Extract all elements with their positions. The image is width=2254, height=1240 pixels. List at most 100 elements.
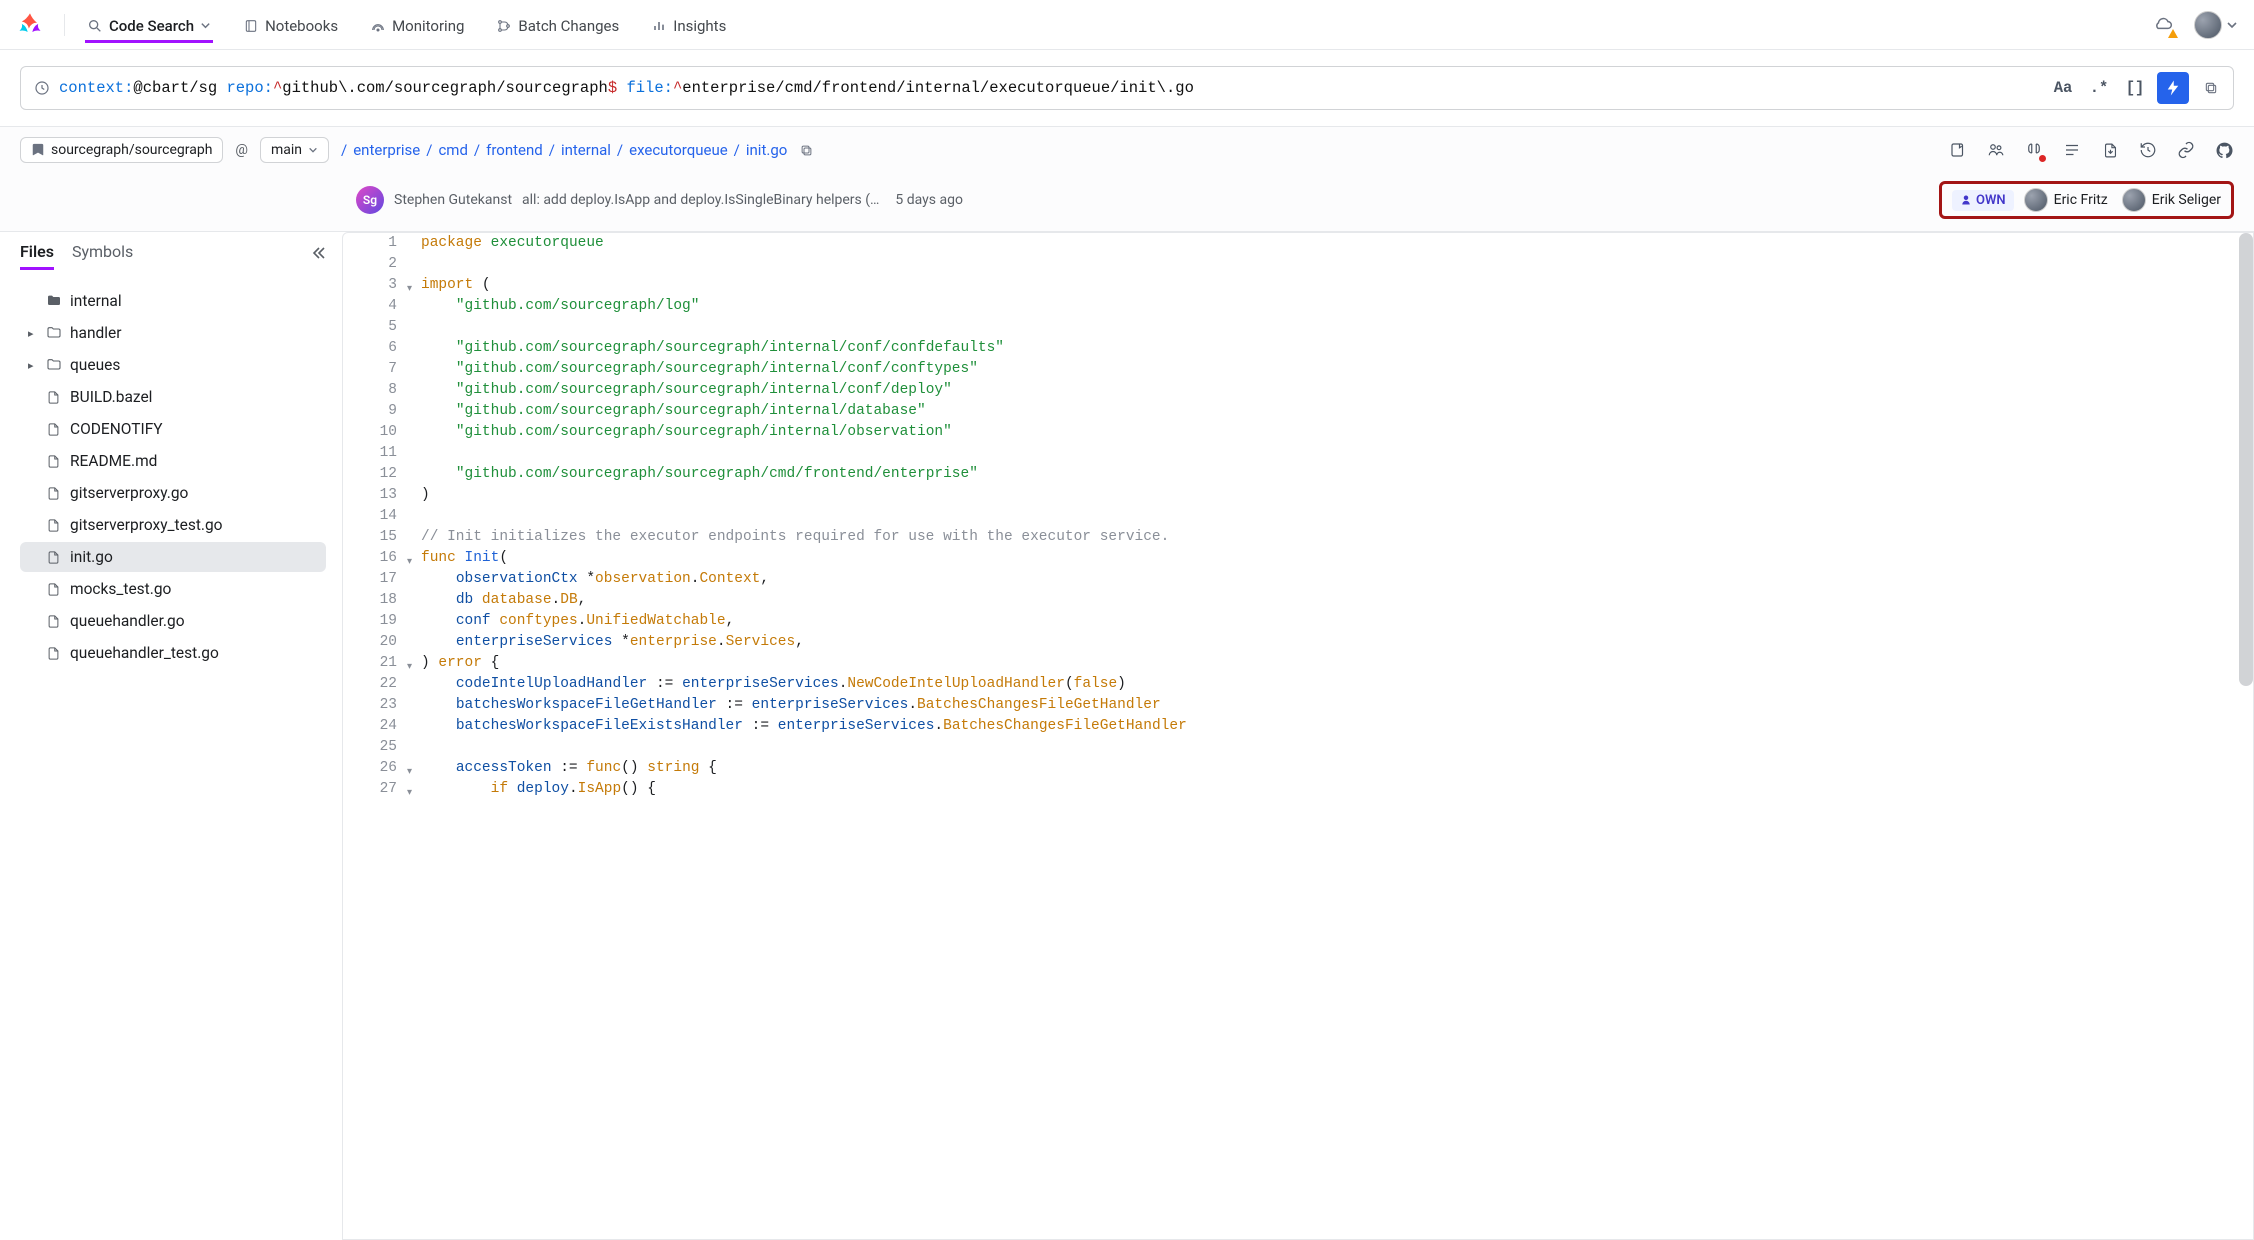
breadcrumb-segment[interactable]: internal xyxy=(561,141,611,159)
logo[interactable] xyxy=(16,11,44,39)
view-on-codehost-icon[interactable] xyxy=(2214,140,2234,160)
owner[interactable]: Eric Fritz xyxy=(2024,188,2108,212)
breadcrumb-segment[interactable]: frontend xyxy=(486,141,543,159)
line-number[interactable]: 10 xyxy=(343,422,413,443)
line-number[interactable]: 24 xyxy=(343,716,413,737)
code-line[interactable]: func Init( xyxy=(413,548,2253,569)
code-line[interactable]: // Init initializes the executor endpoin… xyxy=(413,527,2253,548)
case-sensitive-toggle[interactable]: Aa xyxy=(2049,74,2077,102)
code-line[interactable] xyxy=(413,254,2253,275)
line-number[interactable]: 22 xyxy=(343,674,413,695)
nav-monitoring[interactable]: Monitoring xyxy=(368,7,466,43)
line-number[interactable]: 3▾ xyxy=(343,275,413,296)
collapse-sidebar-button[interactable] xyxy=(310,245,326,261)
line-number[interactable]: 27▾ xyxy=(343,779,413,800)
tree-file[interactable]: queuehandler_test.go xyxy=(20,638,326,668)
code-panel[interactable]: 1package executorqueue23▾import (4 "gith… xyxy=(342,232,2254,1240)
tree-file[interactable]: BUILD.bazel xyxy=(20,382,326,412)
code-line[interactable]: ) error { xyxy=(413,653,2253,674)
code-line[interactable]: batchesWorkspaceFileExistsHandler := ent… xyxy=(413,716,2253,737)
code-line[interactable]: ) xyxy=(413,485,2253,506)
code-line[interactable]: "github.com/sourcegraph/sourcegraph/inte… xyxy=(413,359,2253,380)
nav-code-search[interactable]: Code Search xyxy=(85,7,213,43)
code-line[interactable]: if deploy.IsApp() { xyxy=(413,779,2253,800)
commit-message[interactable]: all: add deploy.IsApp and deploy.IsSingl… xyxy=(522,192,879,208)
raw-download-icon[interactable] xyxy=(2100,140,2120,160)
code-line[interactable] xyxy=(413,317,2253,338)
commit-author[interactable]: Stephen Gutekanst xyxy=(394,192,512,208)
sidebar-tab-symbols[interactable]: Symbols xyxy=(72,236,133,270)
run-search-button[interactable] xyxy=(2157,72,2189,104)
breadcrumb-segment[interactable]: executorqueue xyxy=(629,141,728,159)
code-line[interactable]: "github.com/sourcegraph/sourcegraph/cmd/… xyxy=(413,464,2253,485)
line-number[interactable]: 11 xyxy=(343,443,413,464)
code-line[interactable]: package executorqueue xyxy=(413,233,2253,254)
tree-file[interactable]: CODENOTIFY xyxy=(20,414,326,444)
line-number[interactable]: 20 xyxy=(343,632,413,653)
line-number[interactable]: 6 xyxy=(343,338,413,359)
permalink-icon[interactable] xyxy=(2176,140,2196,160)
breadcrumb-segment[interactable]: enterprise xyxy=(353,141,420,159)
line-number[interactable]: 25 xyxy=(343,737,413,758)
nav-notebooks[interactable]: Notebooks xyxy=(241,7,340,43)
code-line[interactable]: accessToken := func() string { xyxy=(413,758,2253,779)
code-line[interactable] xyxy=(413,443,2253,464)
regex-toggle[interactable]: .* xyxy=(2085,74,2113,102)
commit-author-avatar[interactable]: Sg xyxy=(356,186,384,214)
code-line[interactable]: "github.com/sourcegraph/sourcegraph/inte… xyxy=(413,401,2253,422)
line-number[interactable]: 13 xyxy=(343,485,413,506)
user-menu[interactable] xyxy=(2194,11,2238,39)
breadcrumb-segment[interactable]: init.go xyxy=(746,141,787,159)
history-icon[interactable] xyxy=(33,79,51,97)
line-number[interactable]: 23 xyxy=(343,695,413,716)
copy-query-button[interactable] xyxy=(2197,74,2225,102)
owner[interactable]: Erik Seliger xyxy=(2122,188,2221,212)
line-number[interactable]: 9 xyxy=(343,401,413,422)
line-number[interactable]: 16▾ xyxy=(343,548,413,569)
search-query[interactable]: context:@cbart/sg repo:^github\.com/sour… xyxy=(59,79,2041,97)
line-number[interactable]: 21▾ xyxy=(343,653,413,674)
tree-folder[interactable]: ▸queues xyxy=(20,350,326,380)
line-number[interactable]: 1 xyxy=(343,233,413,254)
wrap-lines-icon[interactable] xyxy=(2062,140,2082,160)
line-number[interactable]: 5 xyxy=(343,317,413,338)
line-number[interactable]: 14 xyxy=(343,506,413,527)
line-number[interactable]: 2 xyxy=(343,254,413,275)
code-view[interactable]: 1package executorqueue23▾import (4 "gith… xyxy=(343,233,2253,800)
copy-path-button[interactable] xyxy=(799,143,814,158)
line-number[interactable]: 26▾ xyxy=(343,758,413,779)
owners-icon[interactable] xyxy=(1986,140,2006,160)
nav-insights[interactable]: Insights xyxy=(649,7,728,43)
cloud-status-icon[interactable] xyxy=(2152,14,2174,36)
breadcrumb-segment[interactable]: cmd xyxy=(438,141,467,159)
new-notebook-icon[interactable] xyxy=(1948,140,1968,160)
tree-folder[interactable]: ▸handler xyxy=(20,318,326,348)
scrollbar-thumb[interactable] xyxy=(2239,233,2253,686)
code-line[interactable]: "github.com/sourcegraph/sourcegraph/inte… xyxy=(413,380,2253,401)
nav-batch-changes[interactable]: Batch Changes xyxy=(494,7,621,43)
search-box[interactable]: context:@cbart/sg repo:^github\.com/sour… xyxy=(20,66,2234,110)
line-number[interactable]: 8 xyxy=(343,380,413,401)
tree-file[interactable]: gitserverproxy_test.go xyxy=(20,510,326,540)
line-number[interactable]: 15 xyxy=(343,527,413,548)
code-line[interactable]: observationCtx *observation.Context, xyxy=(413,569,2253,590)
line-number[interactable]: 4 xyxy=(343,296,413,317)
code-intel-icon[interactable] xyxy=(2024,140,2044,160)
code-line[interactable] xyxy=(413,506,2253,527)
code-line[interactable]: db database.DB, xyxy=(413,590,2253,611)
tree-folder[interactable]: internal xyxy=(20,286,326,316)
sidebar-tab-files[interactable]: Files xyxy=(20,236,54,270)
line-number[interactable]: 7 xyxy=(343,359,413,380)
code-line[interactable]: "github.com/sourcegraph/sourcegraph/inte… xyxy=(413,422,2253,443)
code-line[interactable]: "github.com/sourcegraph/log" xyxy=(413,296,2253,317)
code-line[interactable]: "github.com/sourcegraph/sourcegraph/inte… xyxy=(413,338,2253,359)
structural-toggle[interactable]: [] xyxy=(2121,74,2149,102)
code-line[interactable]: import ( xyxy=(413,275,2253,296)
repo-pill[interactable]: sourcegraph/sourcegraph xyxy=(20,137,223,163)
line-number[interactable]: 19 xyxy=(343,611,413,632)
branch-pill[interactable]: main xyxy=(260,137,329,163)
history-icon[interactable] xyxy=(2138,140,2158,160)
code-line[interactable]: batchesWorkspaceFileGetHandler := enterp… xyxy=(413,695,2253,716)
code-line[interactable]: codeIntelUploadHandler := enterpriseServ… xyxy=(413,674,2253,695)
code-line[interactable]: conf conftypes.UnifiedWatchable, xyxy=(413,611,2253,632)
